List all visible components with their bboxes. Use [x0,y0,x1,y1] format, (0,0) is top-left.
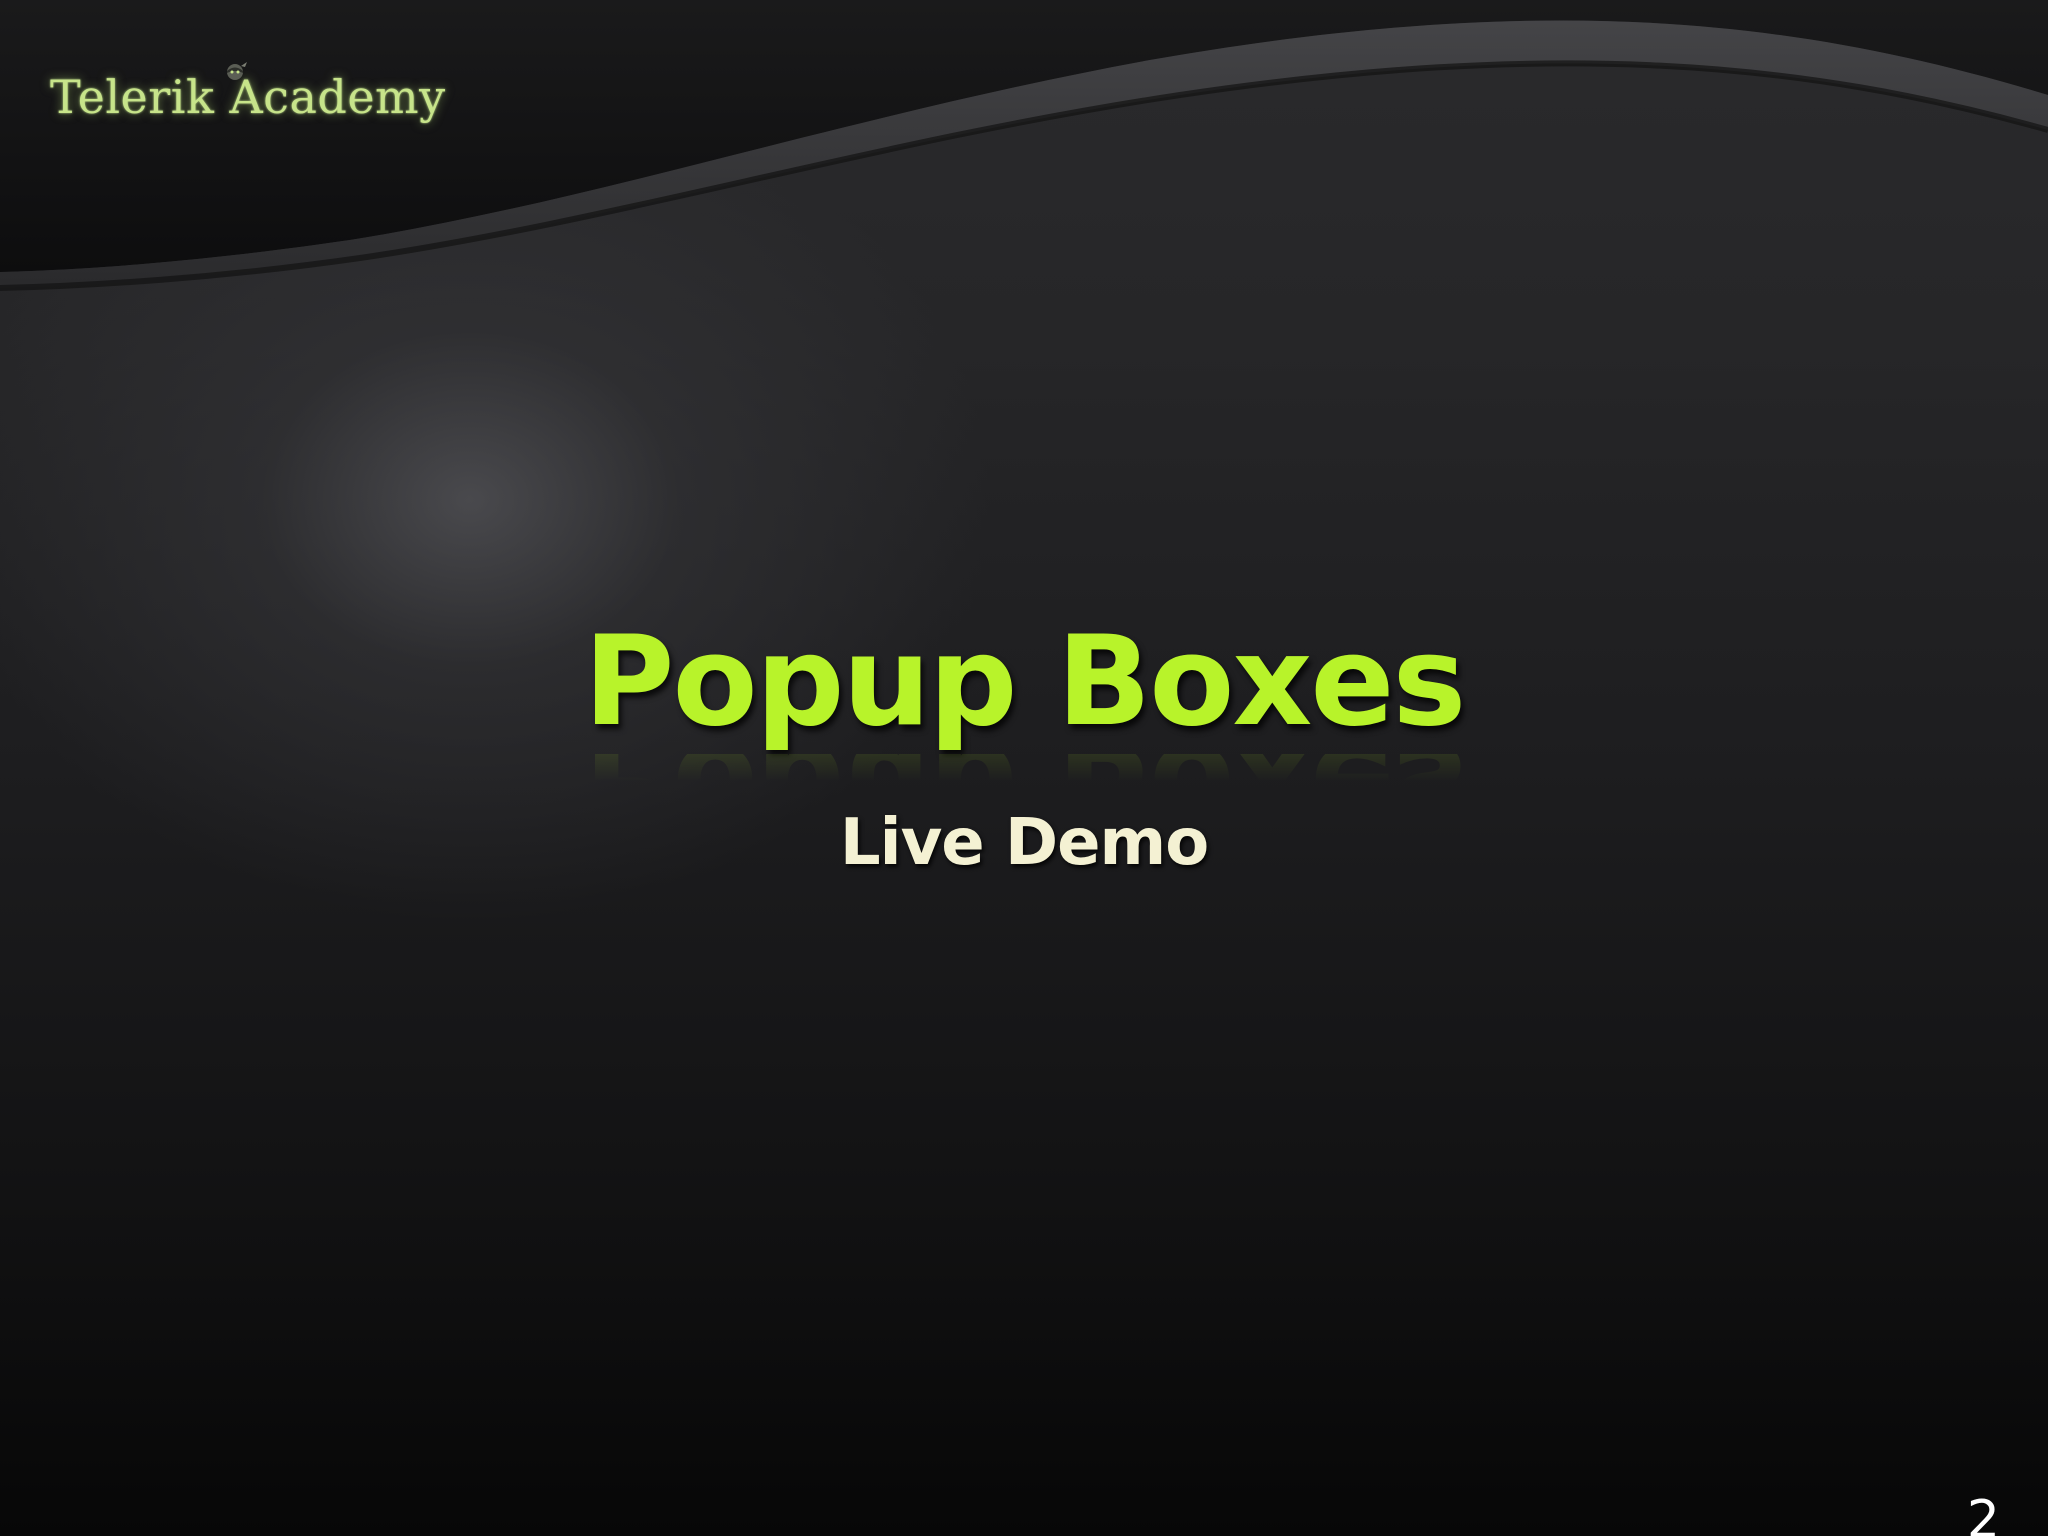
page-number: 2 [1966,1490,2000,1536]
slide-title: Popup Boxes [583,610,1467,754]
header-wave-decoration [0,0,2048,291]
slide-subtitle: Live Demo [839,806,1209,880]
slide-title-container: Popup Boxes [0,620,2048,744]
telerik-ninja-icon [227,62,247,80]
slide: Telerik Academy Popup Boxes Popup Boxes … [0,0,2048,1536]
